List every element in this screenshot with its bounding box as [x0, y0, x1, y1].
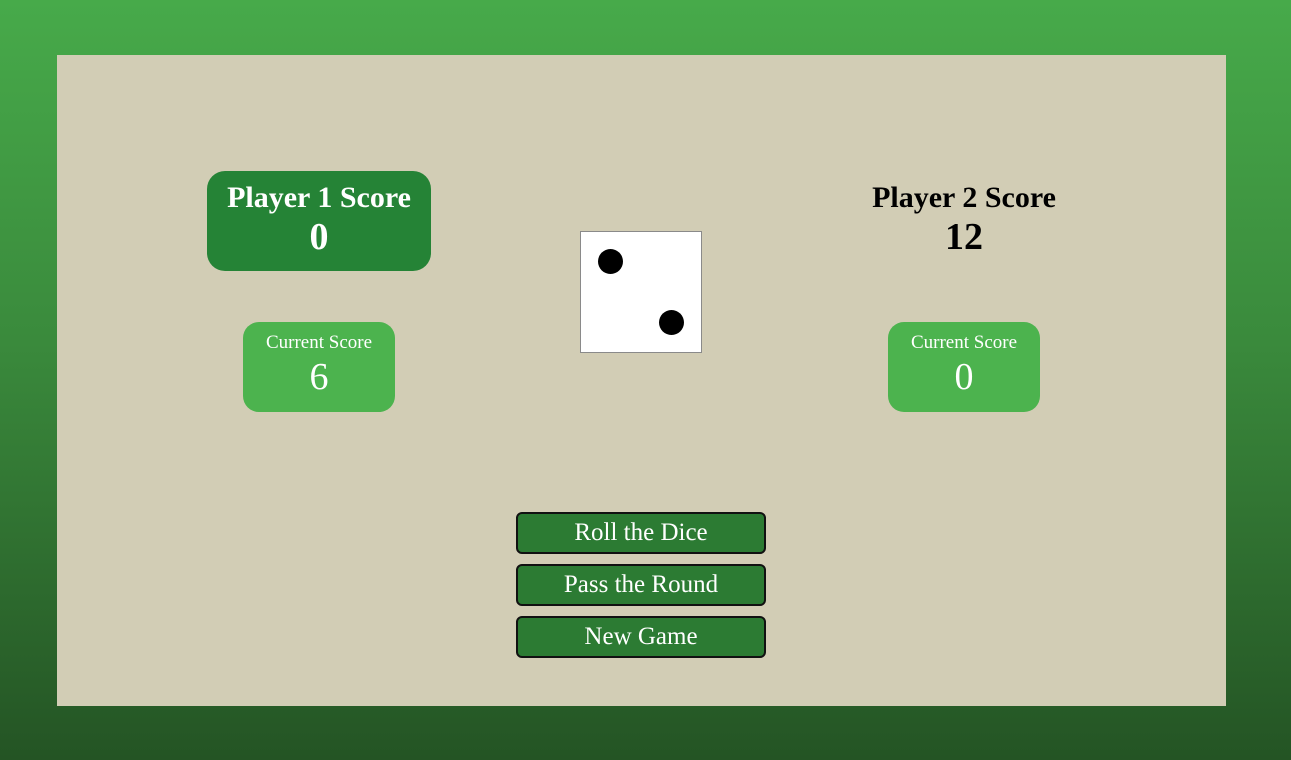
player-1-current-score-panel: Current Score 6 — [243, 322, 395, 412]
player-1-title: Player 1 Score — [227, 181, 411, 214]
roll-dice-button[interactable]: Roll the Dice — [516, 512, 766, 554]
player-1-current-score: 6 — [309, 356, 329, 398]
dice-face — [580, 231, 702, 353]
player-1-score-panel: Player 1 Score 0 — [207, 171, 431, 271]
new-game-button[interactable]: New Game — [516, 616, 766, 658]
dice-pip-bottom-right — [659, 310, 684, 335]
player-1-score: 0 — [309, 216, 329, 258]
dice-pip-top-left — [598, 249, 623, 274]
player-2-current-score: 0 — [954, 356, 974, 398]
player-2-score-panel: Player 2 Score 12 — [852, 171, 1076, 271]
player-2-current-score-panel: Current Score 0 — [888, 322, 1040, 412]
player-2-current-label: Current Score — [910, 332, 1018, 353]
pass-round-button[interactable]: Pass the Round — [516, 564, 766, 606]
player-2-score: 12 — [945, 216, 983, 258]
player-2-title: Player 2 Score — [872, 181, 1056, 214]
game-board: Player 1 Score 0 Current Score 6 Player … — [57, 55, 1226, 706]
player-1-current-label: Current Score — [265, 332, 373, 353]
